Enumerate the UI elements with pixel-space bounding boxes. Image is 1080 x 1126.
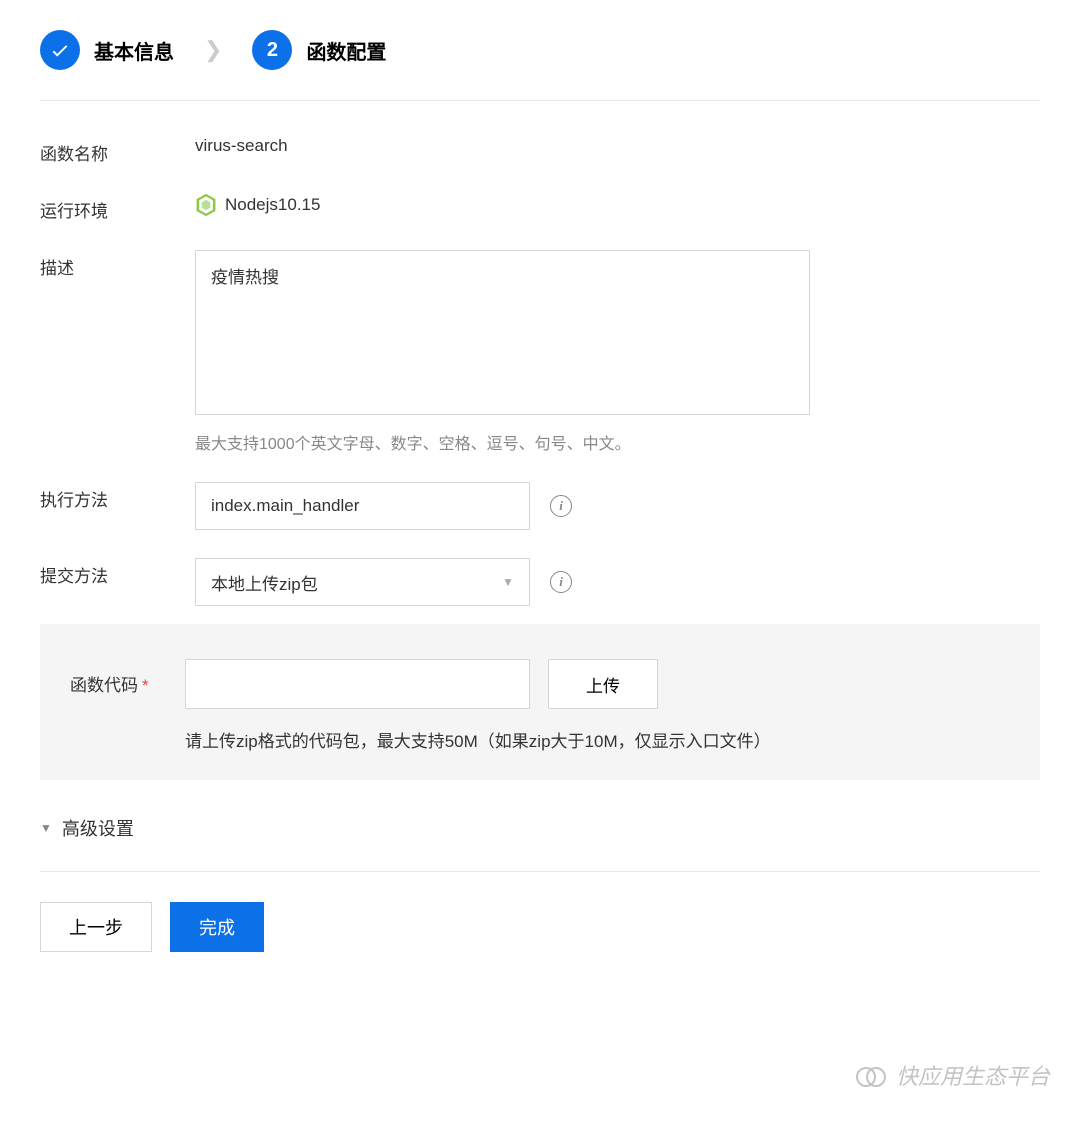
description-help: 最大支持1000个英文字母、数字、空格、逗号、句号、中文。 <box>195 430 1040 454</box>
runtime-text: Nodejs10.15 <box>225 195 320 215</box>
check-icon <box>40 30 80 70</box>
chevron-right-icon: ❯ <box>204 37 222 63</box>
description-textarea[interactable] <box>195 250 810 415</box>
wizard-steps: 基本信息 ❯ 2 函数配置 <box>40 30 1040 101</box>
submit-method-select[interactable]: 本地上传zip包 ▼ <box>195 558 530 606</box>
caret-down-icon: ▼ <box>40 821 52 835</box>
finish-button[interactable]: 完成 <box>170 902 264 952</box>
function-name-value: virus-search <box>195 136 1040 156</box>
step-number-icon: 2 <box>252 30 292 70</box>
handler-input[interactable] <box>195 482 530 530</box>
info-icon[interactable]: i <box>550 495 572 517</box>
submit-method-label: 提交方法 <box>40 558 195 587</box>
handler-label: 执行方法 <box>40 482 195 511</box>
description-label: 描述 <box>40 250 195 279</box>
chevron-down-icon: ▼ <box>502 575 514 589</box>
upload-button[interactable]: 上传 <box>548 659 658 709</box>
prev-button[interactable]: 上一步 <box>40 902 152 952</box>
required-asterisk: * <box>142 676 149 695</box>
step-label: 函数配置 <box>306 36 386 65</box>
step-function-config[interactable]: 2 函数配置 <box>252 30 386 70</box>
code-file-input[interactable] <box>185 659 530 709</box>
select-value: 本地上传zip包 <box>211 570 318 595</box>
nodejs-icon <box>195 193 217 217</box>
runtime-label: 运行环境 <box>40 193 195 222</box>
info-icon[interactable]: i <box>550 571 572 593</box>
function-name-label: 函数名称 <box>40 136 195 165</box>
function-code-label: 函数代码* <box>70 659 185 696</box>
watermark: 快应用生态平台 <box>856 1059 1050 1091</box>
advanced-settings-toggle[interactable]: ▼ 高级设置 <box>40 815 1040 872</box>
runtime-value: Nodejs10.15 <box>195 193 1040 217</box>
code-help-text: 请上传zip格式的代码包，最大支持50M（如果zip大于10M，仅显示入口文件） <box>185 727 1010 752</box>
step-label: 基本信息 <box>94 36 174 65</box>
code-upload-section: 函数代码* 上传 请上传zip格式的代码包，最大支持50M（如果zip大于10M… <box>40 624 1040 780</box>
step-basic-info[interactable]: 基本信息 <box>40 30 174 70</box>
advanced-label: 高级设置 <box>62 815 134 841</box>
watermark-text: 快应用生态平台 <box>896 1059 1050 1091</box>
wechat-icon <box>856 1063 886 1087</box>
